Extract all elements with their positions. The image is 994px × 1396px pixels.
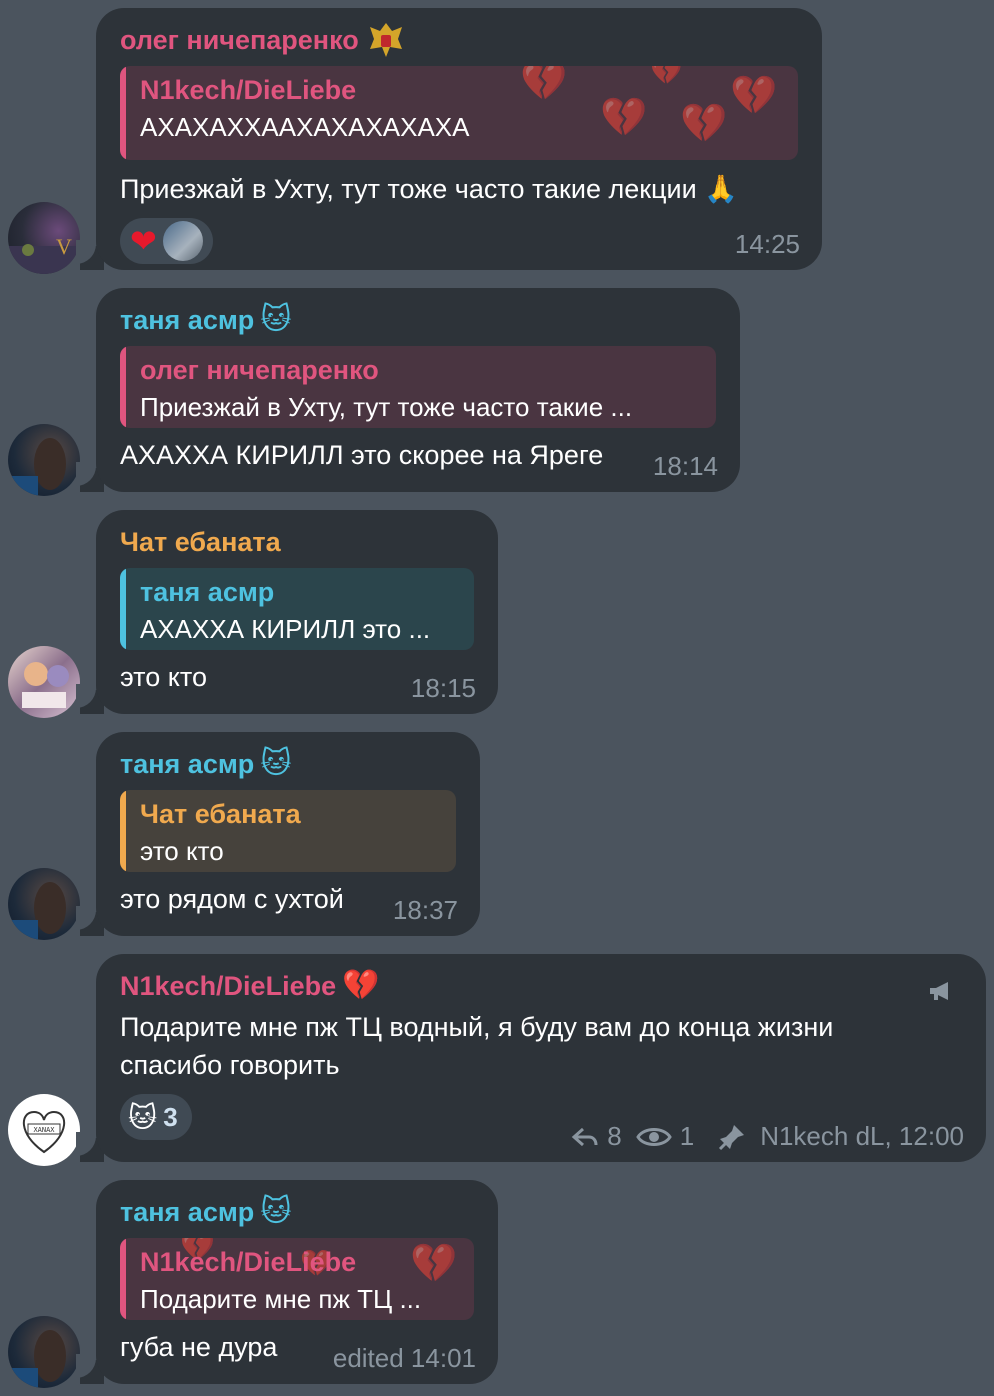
reply-quote[interactable]: таня асмр АХАХХА КИРИЛЛ это ... xyxy=(120,568,474,650)
reaction-pill[interactable]: ❤ xyxy=(120,218,213,264)
reply-sender: N1kech/DieLiebe xyxy=(140,1247,357,1277)
eye-icon xyxy=(635,1127,672,1146)
heart-icon: ❤ xyxy=(130,223,157,259)
avatar-image xyxy=(8,1330,66,1388)
message-text: Подарите мне пж ТЦ водный, я буду вам до… xyxy=(120,1008,962,1084)
reply-sender: олег ничепаренко xyxy=(140,355,379,385)
avatar-image xyxy=(8,882,66,940)
message-footer: 8 1 N1kech dL, 12:00 xyxy=(571,1121,964,1152)
message-line: Подарите мне пж ТЦ водный, я буду вам до… xyxy=(120,1012,834,1042)
message-time: edited 14:01 xyxy=(332,1343,476,1373)
reply-arrow-icon xyxy=(571,1127,598,1146)
svg-text:V: V xyxy=(56,234,72,259)
reply-quote[interactable]: олег ничепаренко Приезжай в Ухту, тут то… xyxy=(120,346,716,428)
sender-name[interactable]: таня асмр 🐱 xyxy=(120,746,456,782)
message-bubble[interactable]: Чат ебаната таня асмр АХАХХА КИРИЛЛ это … xyxy=(96,510,498,714)
sender-label: Чат ебаната xyxy=(120,527,281,557)
reply-count: 8 xyxy=(607,1121,622,1151)
broken-heart-avatar: XANAX xyxy=(22,1110,66,1154)
message-bubble[interactable]: таня асмр 🐱 Чат ебаната это кто это рядо… xyxy=(96,732,480,936)
reply-quote[interactable]: 💔 💔 💔 💔 💔 N1kech/DieLiebe АХАХАХХААХАХАХ… xyxy=(120,66,798,160)
svg-text:XANAX: XANAX xyxy=(33,1126,55,1134)
sender-label: таня асмр xyxy=(120,305,255,335)
avatar[interactable] xyxy=(8,1316,80,1388)
avatar[interactable] xyxy=(8,424,80,496)
views: 1 xyxy=(635,1121,695,1152)
reactor-avatar xyxy=(162,221,203,261)
message-text: АХАХХА КИРИЛЛ это скорее на Яреге xyxy=(120,440,604,470)
sender-label: таня асмр xyxy=(120,749,255,779)
avatar-image xyxy=(8,438,66,496)
avatar[interactable]: V xyxy=(8,202,80,274)
message-time: 18:14 xyxy=(652,451,718,481)
reply-text: это кто xyxy=(140,836,224,866)
sender-name[interactable]: олег ничепаренко xyxy=(120,22,798,58)
hello-kitty-icon: 🐱 xyxy=(260,1195,292,1228)
sender-label: олег ничепаренко xyxy=(120,25,359,55)
coat-of-arms-icon xyxy=(369,23,402,57)
reply-sender: Чат ебаната xyxy=(140,799,301,829)
pin-icon xyxy=(719,1124,745,1150)
avatar[interactable]: XANAX xyxy=(8,1094,80,1166)
message-author-time: N1kech dL, 12:00 xyxy=(760,1121,964,1151)
reaction-count: 3 xyxy=(163,1101,178,1132)
avatar-image xyxy=(22,662,69,708)
avatar[interactable] xyxy=(8,646,80,718)
hello-kitty-icon: 🐱 xyxy=(260,303,292,336)
message-time: 18:15 xyxy=(410,673,476,703)
reaction-pill[interactable]: 🐱 3 xyxy=(120,1094,192,1140)
message-text: Приезжай в Ухту, тут тоже часто такие ле… xyxy=(120,174,738,204)
reply-text: Приезжай в Ухту, тут тоже часто такие ..… xyxy=(140,392,633,422)
avatar[interactable] xyxy=(8,868,80,940)
reply-sender: N1kech/DieLiebe xyxy=(140,75,357,105)
sender-name[interactable]: таня асмр 🐱 xyxy=(120,302,716,338)
reply-text: АХАХХА КИРИЛЛ это ... xyxy=(140,614,431,644)
message-time: 18:37 xyxy=(392,895,458,925)
kuromi-icon: 🐱 xyxy=(128,1101,158,1133)
reply-text: Подарите мне пж ТЦ ... xyxy=(140,1284,422,1314)
message-bubble[interactable]: таня асмр 🐱 💔 💔 💔 N1kech/DieLiebe Подари… xyxy=(96,1180,498,1384)
message-bubble[interactable]: N1kech/DieLiebe 💔 Подарите мне пж ТЦ вод… xyxy=(96,954,986,1162)
hello-kitty-icon: 🐱 xyxy=(260,747,292,780)
sender-label: N1kech/DieLiebe xyxy=(120,971,337,1001)
view-count: 1 xyxy=(679,1121,695,1151)
message-time: 14:25 xyxy=(734,229,800,259)
message-bubble[interactable]: олег ничепаренко 💔 💔 💔 💔 💔 N1kech/DieLie… xyxy=(96,8,822,270)
reply-quote[interactable]: Чат ебаната это кто xyxy=(120,790,456,872)
sender-name[interactable]: Чат ебаната xyxy=(120,524,474,560)
sender-label: таня асмр xyxy=(120,1197,255,1227)
message-line: спасибо говорить xyxy=(120,1050,340,1080)
replies[interactable]: 8 xyxy=(571,1121,622,1152)
reply-text: АХАХАХХААХАХАХАХАХА xyxy=(140,112,470,142)
message-bubble[interactable]: таня асмр 🐱 олег ничепаренко Приезжай в … xyxy=(96,288,740,492)
megaphone-icon[interactable] xyxy=(928,980,954,1002)
reply-sender: таня асмр xyxy=(140,577,275,607)
sender-name[interactable]: N1kech/DieLiebe 💔 xyxy=(120,968,962,1004)
reply-quote[interactable]: 💔 💔 💔 N1kech/DieLiebe Подарите мне пж ТЦ… xyxy=(120,1238,474,1320)
sender-name[interactable]: таня асмр 🐱 xyxy=(120,1194,474,1230)
avatar-image: V xyxy=(8,234,80,274)
broken-heart-icon: 💔 xyxy=(342,969,380,1002)
